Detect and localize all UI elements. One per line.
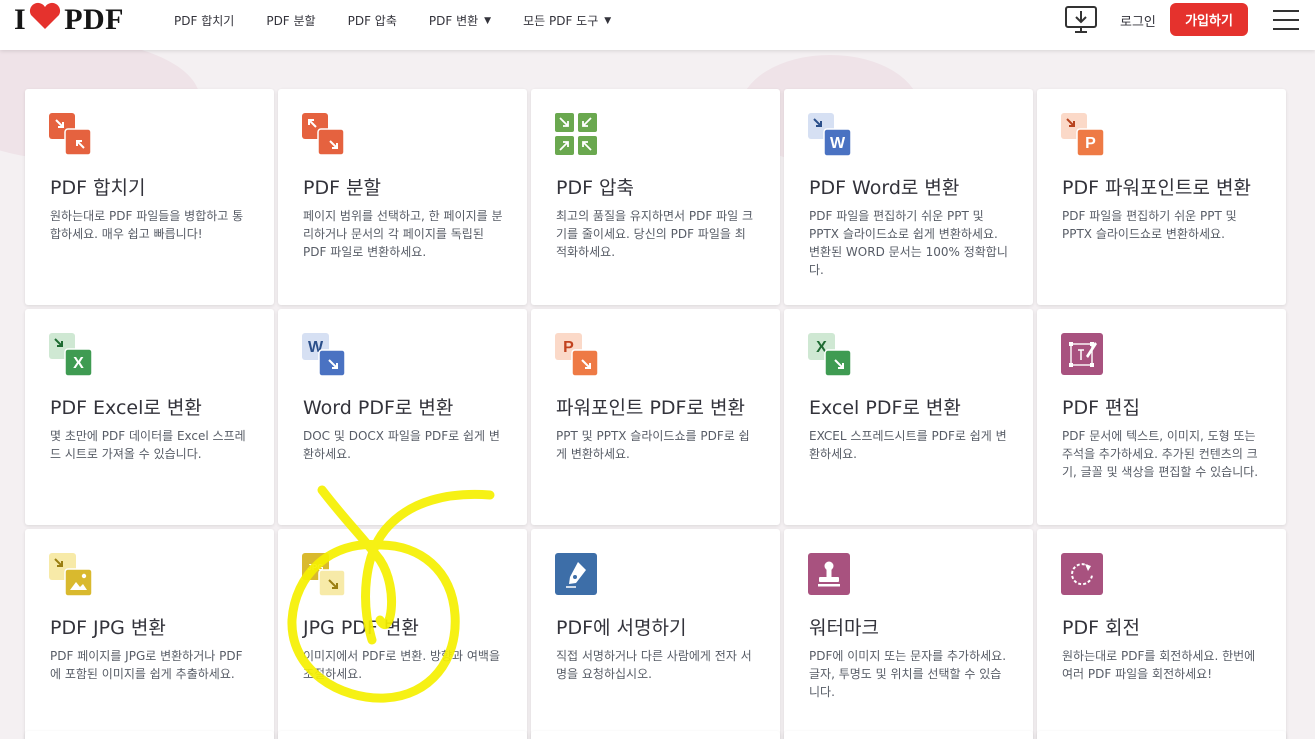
tool-description: PDF 페이지를 JPG로 변환하거나 PDF에 포함된 이미지를 쉽게 추출하…: [50, 649, 243, 681]
tool-description: PDF 파일을 편집하기 쉬운 PPT 및 PPTX 슬라이드쇼로 변환하세요.: [1062, 209, 1237, 241]
word-to-pdf-icon: W: [302, 333, 346, 377]
top-header: I PDF PDF 합치기 PDF 분할 PDF 압축 PDF 변환 ▼ 모든 P…: [0, 0, 1315, 50]
pdf-to-jpg-icon: [49, 553, 93, 597]
tool-title: PDF 합치기: [50, 177, 146, 199]
tool-card-pdf-to-powerpoint[interactable]: P PDF 파워포인트로 변환 PDF 파일을 편집하기 쉬운 PPT 및 PP…: [1037, 89, 1286, 305]
word-letter: W: [830, 135, 846, 152]
tool-description: 이미지에서 PDF로 변환. 방향과 여백을 조절하세요.: [303, 649, 501, 681]
tool-title: PDF Word로 변환: [809, 177, 960, 199]
tool-card-excel-to-pdf[interactable]: X Excel PDF로 변환 EXCEL 스프레드시트를 PDF로 쉽게 변환…: [784, 309, 1033, 525]
tool-title: Excel PDF로 변환: [809, 397, 961, 419]
pdf-to-word-icon: W: [808, 113, 852, 157]
excel-letter: X: [73, 355, 84, 372]
merge-icon: [49, 113, 93, 157]
tool-title: JPG PDF 변환: [303, 617, 419, 639]
tool-description: PDF에 이미지 또는 문자를 추가하세요. 글자, 투명도 및 위치를 선택할…: [809, 649, 1007, 699]
tool-card-partial[interactable]: [531, 731, 780, 739]
tool-title: PDF JPG 변환: [50, 617, 166, 639]
tool-title: 파워포인트 PDF로 변환: [556, 397, 745, 419]
tool-title: PDF 회전: [1062, 617, 1141, 639]
nav-label: 모든 PDF 도구: [523, 14, 599, 28]
excel-to-pdf-icon: X: [808, 333, 852, 377]
tool-description: 페이지 범위를 선택하고, 한 페이지를 분리하거나 문서의 각 페이지를 독립…: [303, 209, 503, 259]
logo-text-i: I: [14, 3, 27, 36]
watermark-stamp-icon: [808, 553, 852, 597]
hamburger-menu-icon[interactable]: [1273, 10, 1299, 30]
tool-card-partial[interactable]: [1037, 731, 1286, 739]
nav-label: PDF 압축: [347, 14, 397, 28]
compress-icon: [555, 113, 599, 157]
tool-description: EXCEL 스프레드시트를 PDF로 쉽게 변환하세요.: [809, 429, 1007, 461]
pdf-to-excel-icon: X: [49, 333, 93, 377]
heart-icon: [27, 1, 63, 39]
caret-down-icon: ▼: [484, 15, 492, 26]
tool-title: 워터마크: [809, 617, 879, 639]
tool-card-edit-pdf[interactable]: PDF 편집 PDF 문서에 텍스트, 이미지, 도형 또는 주석을 추가하세요…: [1037, 309, 1286, 525]
tool-description: PDF 문서에 텍스트, 이미지, 도형 또는 주석을 추가하세요. 추가된 컨…: [1062, 429, 1259, 479]
tool-card-pdf-to-jpg[interactable]: PDF JPG 변환 PDF 페이지를 JPG로 변환하거나 PDF에 포함된 …: [25, 529, 274, 739]
nav-compress-pdf[interactable]: PDF 압축: [348, 12, 397, 29]
tool-card-rotate-pdf[interactable]: PDF 회전 원하는대로 PDF를 회전하세요. 한번에 여러 PDF 파일을 …: [1037, 529, 1286, 739]
tool-card-pdf-to-word[interactable]: W PDF Word로 변환 PDF 파일을 편집하기 쉬운 PPT 및 PPT…: [784, 89, 1033, 305]
caret-down-icon: ▼: [604, 15, 612, 26]
tool-description: 직접 서명하거나 다른 사람에게 전자 서명을 요청하십시오.: [556, 649, 752, 681]
sign-pdf-icon: [555, 553, 599, 597]
tool-title: PDF에 서명하기: [556, 617, 687, 639]
tool-title: PDF 압축: [556, 177, 635, 199]
desktop-download-icon[interactable]: [1064, 5, 1098, 35]
tool-card-word-to-pdf[interactable]: W Word PDF로 변환 DOC 및 DOCX 파일을 PDF로 쉽게 변환…: [278, 309, 527, 525]
tool-card-split-pdf[interactable]: PDF 분할 페이지 범위를 선택하고, 한 페이지를 분리하거나 문서의 각 …: [278, 89, 527, 305]
nav-label: PDF 합치기: [174, 14, 235, 28]
tool-card-partial[interactable]: [278, 731, 527, 739]
nav-split-pdf[interactable]: PDF 분할: [266, 12, 315, 29]
main-nav: PDF 합치기 PDF 분할 PDF 압축 PDF 변환 ▼ 모든 PDF 도구 ▼: [174, 12, 643, 29]
tool-card-compress-pdf[interactable]: PDF 압축 최고의 품질을 유지하면서 PDF 파일 크기를 줄이세요. 당신…: [531, 89, 780, 305]
tool-title: Word PDF로 변환: [303, 397, 454, 419]
tool-card-partial[interactable]: [784, 731, 1033, 739]
nav-merge-pdf[interactable]: PDF 합치기: [174, 12, 234, 29]
login-link[interactable]: 로그인: [1120, 11, 1156, 30]
edit-pdf-icon: [1061, 333, 1105, 377]
jpg-to-pdf-icon: JPG: [302, 553, 346, 597]
rotate-pdf-icon: [1061, 553, 1105, 597]
powerpoint-to-pdf-icon: P: [555, 333, 599, 377]
tool-description: 원하는대로 PDF를 회전하세요. 한번에 여러 PDF 파일을 회전하세요!: [1062, 649, 1256, 681]
tool-card-powerpoint-to-pdf[interactable]: P 파워포인트 PDF로 변환 PPT 및 PPTX 슬라이드쇼를 PDF로 쉽…: [531, 309, 780, 525]
tool-description: DOC 및 DOCX 파일을 PDF로 쉽게 변환하세요.: [303, 429, 500, 461]
signup-button[interactable]: 가입하기: [1170, 3, 1248, 36]
nav-convert-pdf-dropdown[interactable]: PDF 변환 ▼: [429, 12, 491, 29]
tool-description: PPT 및 PPTX 슬라이드쇼를 PDF로 쉽게 변환하세요.: [556, 429, 750, 461]
tool-title: PDF 분할: [303, 177, 382, 199]
tool-description: 최고의 품질을 유지하면서 PDF 파일 크기를 줄이세요. 당신의 PDF 파…: [556, 209, 754, 259]
tool-title: PDF Excel로 변환: [50, 397, 202, 419]
logo-text-pdf: PDF: [64, 3, 125, 36]
pdf-to-powerpoint-icon: P: [1061, 113, 1105, 157]
powerpoint-letter: P: [1085, 135, 1096, 152]
tool-description: 몇 초만에 PDF 데이터를 Excel 스프레드 시트로 가져올 수 있습니다…: [50, 429, 246, 461]
nav-label: PDF 변환: [428, 14, 479, 28]
tool-description: PDF 파일을 편집하기 쉬운 PPT 및 PPTX 슬라이드쇼로 쉽게 변환하…: [809, 209, 1008, 277]
tool-card-merge-pdf[interactable]: PDF 합치기 원하는대로 PDF 파일들을 병합하고 통합하세요. 매우 쉽고…: [25, 89, 274, 305]
split-icon: [302, 113, 346, 157]
tool-card-jpg-to-pdf[interactable]: JPG JPG PDF 변환 이미지에서 PDF로 변환. 방향과 여백을 조절…: [278, 529, 527, 739]
tool-card-watermark[interactable]: 워터마크 PDF에 이미지 또는 문자를 추가하세요. 글자, 투명도 및 위치…: [784, 529, 1033, 739]
tool-card-partial[interactable]: [25, 731, 274, 739]
nav-all-tools-dropdown[interactable]: 모든 PDF 도구 ▼: [523, 12, 611, 29]
tool-title: PDF 편집: [1062, 397, 1141, 419]
tool-card-pdf-to-excel[interactable]: X PDF Excel로 변환 몇 초만에 PDF 데이터를 Excel 스프레…: [25, 309, 274, 525]
tool-description: 원하는대로 PDF 파일들을 병합하고 통합하세요. 매우 쉽고 빠릅니다!: [50, 209, 244, 241]
tool-title: PDF 파워포인트로 변환: [1062, 177, 1251, 199]
nav-label: PDF 분할: [266, 14, 316, 28]
ilovepdf-logo[interactable]: I PDF: [14, 1, 125, 39]
tool-card-sign-pdf[interactable]: PDF에 서명하기 직접 서명하거나 다른 사람에게 전자 서명을 요청하십시오…: [531, 529, 780, 739]
